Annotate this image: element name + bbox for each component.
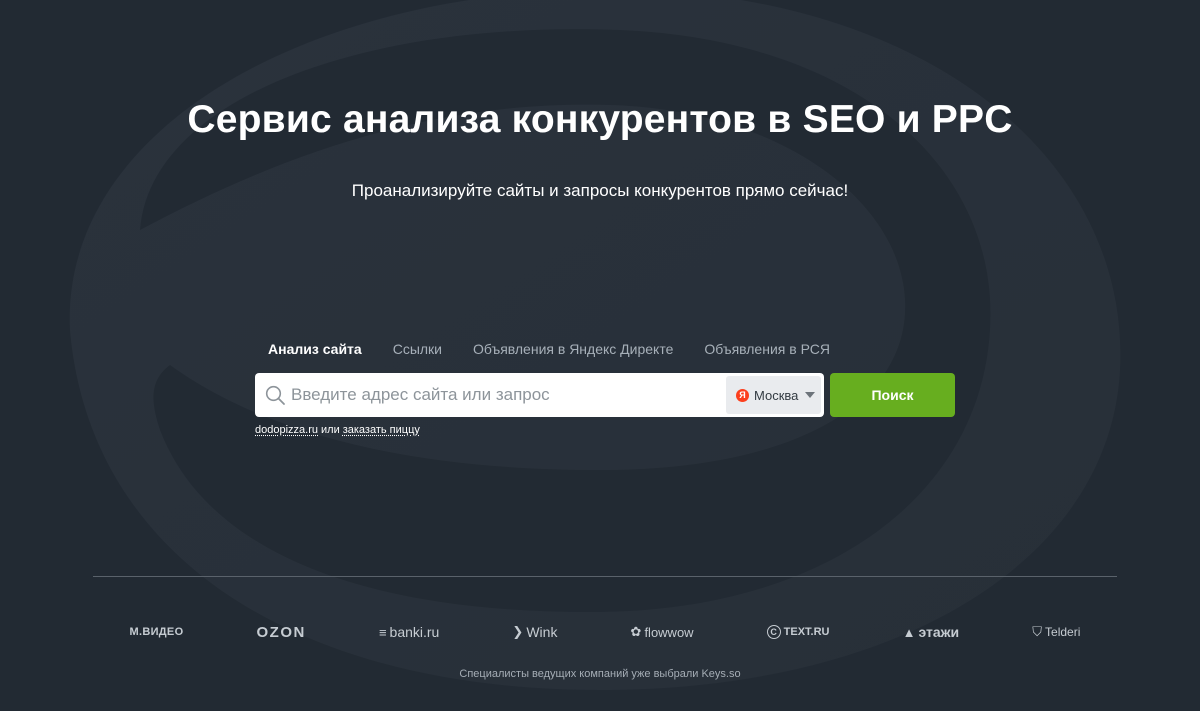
wink-arrow-icon: ❯	[512, 624, 524, 639]
clients-caption: Специалисты ведущих компаний уже выбрали…	[459, 668, 741, 680]
region-select[interactable]: Я Москва	[726, 376, 821, 414]
logo-etazhi-text: этажи	[918, 624, 960, 640]
yandex-icon: Я	[736, 388, 749, 402]
example-link-query[interactable]: заказать пиццу	[343, 424, 420, 436]
search-button[interactable]: Поиск	[830, 373, 955, 417]
client-logos: М.ВИДЕО OZON ≡ banki.ru ❯ Wink ✿ flowwow…	[93, 620, 1117, 644]
logo-etazhi: ▲ этажи	[903, 624, 960, 640]
copyright-icon: C	[766, 625, 781, 639]
logo-ozon-text: OZON	[256, 623, 306, 641]
logo-telderi-text: Telderi	[1045, 625, 1081, 639]
logo-flowwow: ✿ flowwow	[631, 624, 694, 640]
region-label: Москва	[754, 387, 799, 403]
search-icon	[265, 385, 285, 405]
tab-yandex-direct-ads[interactable]: Объявления в Яндекс Директе	[473, 341, 673, 357]
example-link-domain[interactable]: dodopizza.ru	[255, 424, 318, 436]
chevron-down-icon	[805, 392, 816, 398]
tab-site-analysis[interactable]: Анализ сайта	[268, 341, 362, 357]
logo-mvideo-text: М.ВИДЕО	[129, 626, 184, 638]
logo-banki-text: banki.ru	[389, 624, 440, 640]
search-mode-tabs: Анализ сайта Ссылки Объявления в Яндекс …	[268, 341, 861, 357]
logo-wink: ❯ Wink	[512, 624, 557, 640]
logo-banki: ≡ banki.ru	[379, 624, 439, 640]
logo-flowwow-text: flowwow	[644, 624, 694, 640]
flower-icon: ✿	[630, 624, 642, 639]
banki-mark-icon: ≡	[378, 624, 387, 640]
logo-mvideo: М.ВИДЕО	[130, 626, 184, 638]
page-subtitle: Проанализируйте сайты и запросы конкурен…	[351, 181, 849, 200]
search-input[interactable]	[291, 373, 721, 417]
tab-links[interactable]: Ссылки	[393, 341, 442, 357]
page-title: Сервис анализа конкурентов в SEO и PPC	[187, 98, 1013, 141]
search-bar: Я Москва	[255, 373, 824, 417]
section-divider	[93, 576, 1117, 577]
landing-hero: Сервис анализа конкурентов в SEO и PPC П…	[0, 0, 1200, 711]
logo-textru: C TEXT.RU	[766, 625, 830, 639]
tab-rsya-ads[interactable]: Объявления в РСЯ	[704, 341, 830, 357]
logo-ozon: OZON	[257, 624, 306, 641]
search-examples: dodopizza.ru или заказать пиццу	[255, 424, 420, 436]
house-icon: ▲	[902, 624, 916, 640]
logo-textru-text: TEXT.RU	[783, 626, 830, 638]
shield-icon: ⛉	[1032, 624, 1043, 639]
logo-wink-text: Wink	[526, 624, 558, 640]
logo-telderi: ⛉ Telderi	[1032, 624, 1080, 640]
example-separator: или	[321, 424, 340, 436]
